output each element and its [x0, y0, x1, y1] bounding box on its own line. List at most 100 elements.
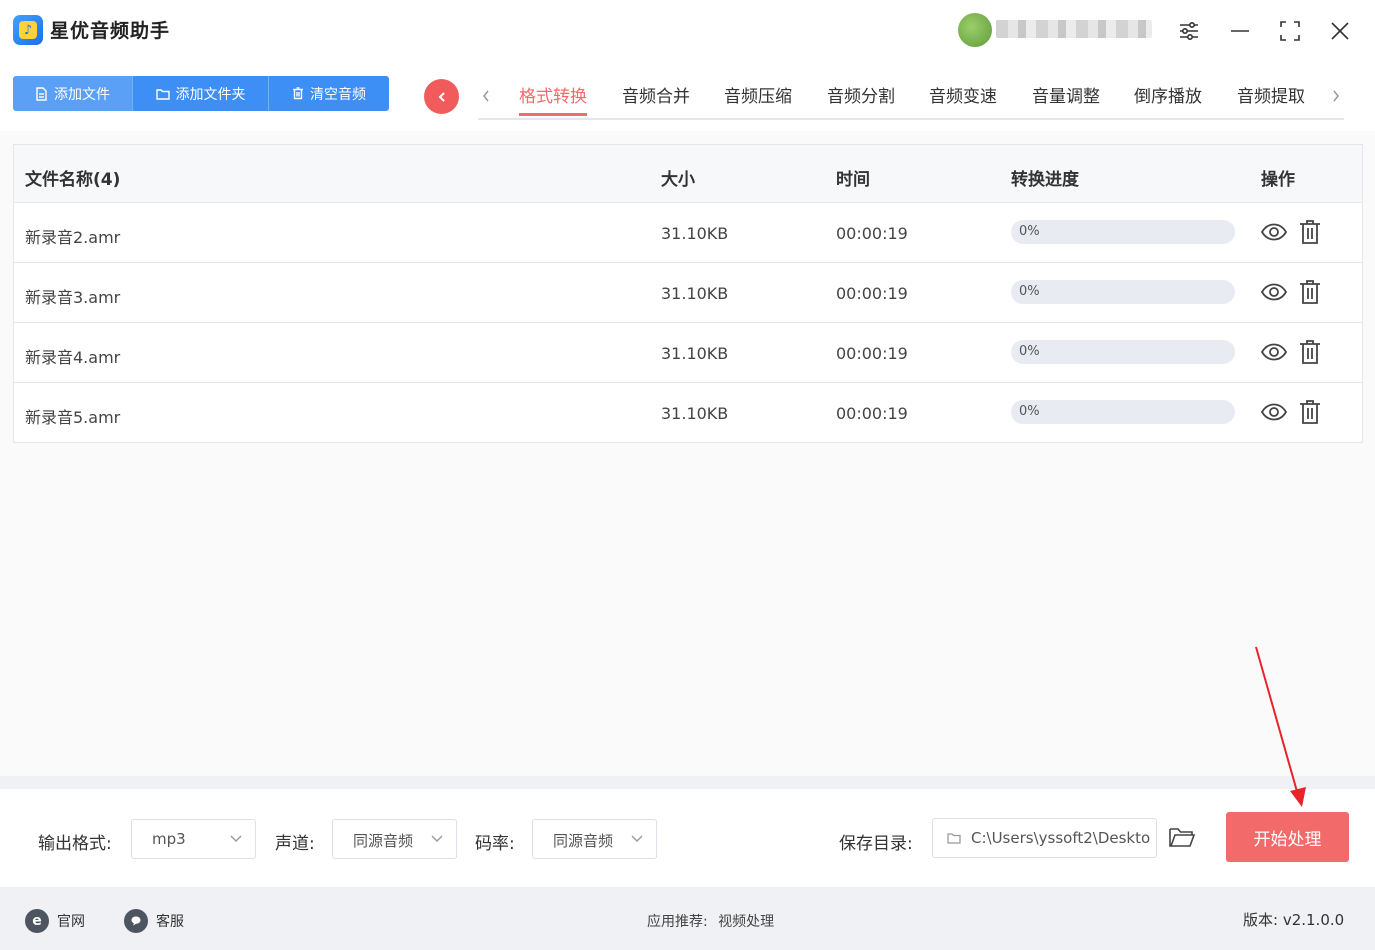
recommend-video-link[interactable]: 视频处理: [718, 914, 774, 930]
tab-reverse-play[interactable]: 倒序播放: [1134, 82, 1202, 116]
bitrate-select[interactable]: 同源音频: [532, 819, 657, 859]
conversion-progress-bar: 0%: [1011, 220, 1235, 244]
header-time: 时间: [836, 170, 870, 190]
bitrate-value: 同源音频: [553, 832, 614, 850]
output-format-label: 输出格式:: [38, 834, 112, 854]
file-name-cell: 新录音4.amr: [25, 348, 121, 367]
tab-audio-split[interactable]: 音频分割: [827, 82, 895, 116]
delete-trash-icon[interactable]: [1298, 278, 1322, 306]
add-folder-button[interactable]: 添加文件夹: [133, 76, 269, 111]
preview-eye-icon[interactable]: [1260, 280, 1288, 304]
file-time-cell: 00:00:19: [836, 344, 908, 363]
file-time-cell: 00:00:19: [836, 404, 908, 423]
support-label: 客服: [156, 914, 184, 930]
preview-eye-icon[interactable]: [1260, 220, 1288, 244]
chevron-down-icon: [230, 835, 242, 842]
header-progress: 转换进度: [1011, 170, 1079, 190]
channel-select[interactable]: 同源音频: [332, 819, 457, 859]
output-settings-bar: 输出格式: mp3 声道: 同源音频 码率: 同源音频 保存目录: C:\Use…: [0, 789, 1375, 887]
chevron-down-icon: [431, 835, 443, 842]
function-tabs: 格式转换 音频合并 音频压缩 音频分割 音频变速 音量调整 倒序播放 音频提取: [478, 78, 1344, 120]
app-recommend: 应用推荐: 视频处理: [647, 911, 774, 931]
header-size: 大小: [661, 170, 695, 190]
output-format-value: mp3: [152, 830, 186, 848]
start-process-button[interactable]: 开始处理: [1226, 812, 1349, 862]
progress-percent: 0%: [1019, 344, 1040, 359]
add-folder-label: 添加文件夹: [175, 86, 246, 103]
footer: e 官网 客服 应用推荐: 视频处理 版本: v2.1.0.0: [0, 891, 1375, 950]
file-time-cell: 00:00:19: [836, 284, 908, 303]
table-row: 新录音5.amr 31.10KB 00:00:19 0%: [14, 383, 1362, 443]
clear-audio-label: 清空音频: [310, 86, 366, 103]
recommend-label: 应用推荐:: [647, 914, 708, 930]
save-dir-label: 保存目录:: [839, 834, 913, 854]
bitrate-label: 码率:: [475, 834, 515, 854]
main-content: 文件名称(4) 大小 时间 转换进度 操作 新录音2.amr 31.10KB 0…: [0, 131, 1375, 776]
tab-audio-extract[interactable]: 音频提取: [1237, 82, 1305, 116]
table-row: 新录音2.amr 31.10KB 00:00:19 0%: [14, 203, 1362, 263]
conversion-progress-bar: 0%: [1011, 400, 1235, 424]
delete-trash-icon[interactable]: [1298, 338, 1322, 366]
website-link[interactable]: e 官网: [25, 909, 85, 933]
channel-label: 声道:: [275, 834, 315, 854]
minimize-icon[interactable]: [1225, 16, 1255, 46]
channel-value: 同源音频: [353, 832, 414, 850]
file-time-cell: 00:00:19: [836, 224, 908, 243]
maximize-icon[interactable]: [1275, 16, 1305, 46]
website-label: 官网: [57, 914, 85, 930]
tabs-scroll-left-icon[interactable]: [478, 86, 494, 106]
header-file-name: 文件名称(4): [25, 170, 121, 190]
table-row: 新录音4.amr 31.10KB 00:00:19 0%: [14, 323, 1362, 383]
tab-volume-adjust[interactable]: 音量调整: [1032, 82, 1100, 116]
delete-trash-icon[interactable]: [1298, 218, 1322, 246]
table-header: 文件名称(4) 大小 时间 转换进度 操作: [14, 145, 1362, 203]
version-text: 版本: v2.1.0.0: [1243, 911, 1345, 929]
save-dir-input[interactable]: C:\Users\yssoft2\Desktop: [932, 818, 1157, 858]
support-link[interactable]: 客服: [124, 909, 184, 933]
folder-icon: [155, 88, 170, 100]
table-row: 新录音3.amr 31.10KB 00:00:19 0%: [14, 263, 1362, 323]
file-name-cell: 新录音5.amr: [25, 408, 121, 427]
add-file-button[interactable]: 添加文件: [13, 76, 133, 111]
open-folder-icon[interactable]: [1168, 825, 1196, 851]
file-table: 文件名称(4) 大小 时间 转换进度 操作 新录音2.amr 31.10KB 0…: [13, 144, 1363, 443]
settings-sliders-icon[interactable]: [1174, 16, 1204, 46]
preview-eye-icon[interactable]: [1260, 340, 1288, 364]
clear-audio-button[interactable]: 清空音频: [269, 76, 389, 111]
progress-percent: 0%: [1019, 284, 1040, 299]
tabs-scroll-right-icon[interactable]: [1328, 86, 1344, 106]
save-dir-path: C:\Users\yssoft2\Desktop: [971, 829, 1151, 847]
tab-audio-compress[interactable]: 音频压缩: [724, 82, 792, 116]
tab-format-convert[interactable]: 格式转换: [519, 82, 587, 116]
header-action: 操作: [1261, 170, 1295, 190]
file-name-cell: 新录音2.amr: [25, 228, 121, 247]
file-size-cell: 31.10KB: [661, 284, 729, 303]
chat-bubble-icon: [124, 909, 148, 933]
trash-icon: [293, 87, 303, 100]
progress-percent: 0%: [1019, 404, 1040, 419]
folder-icon: [947, 833, 961, 844]
output-format-select[interactable]: mp3: [131, 819, 256, 859]
user-avatar[interactable]: [958, 13, 992, 47]
delete-trash-icon[interactable]: [1298, 398, 1322, 426]
close-icon[interactable]: [1325, 16, 1355, 46]
tab-audio-merge[interactable]: 音频合并: [622, 82, 690, 116]
app-title: 星优音频助手: [50, 20, 171, 42]
file-button-group: 添加文件 添加文件夹 清空音频: [13, 76, 389, 111]
back-button[interactable]: [424, 79, 459, 114]
conversion-progress-bar: 0%: [1011, 280, 1235, 304]
file-name-cell: 新录音3.amr: [25, 288, 121, 307]
chevron-down-icon: [631, 835, 643, 842]
chevron-left-icon: [438, 91, 445, 102]
user-name-blurred[interactable]: [996, 20, 1152, 38]
browser-icon: e: [25, 909, 49, 933]
app-logo-icon: ♪: [13, 15, 43, 45]
preview-eye-icon[interactable]: [1260, 400, 1288, 424]
file-size-cell: 31.10KB: [661, 344, 729, 363]
file-icon: [36, 86, 47, 101]
file-size-cell: 31.10KB: [661, 404, 729, 423]
tab-audio-speed[interactable]: 音频变速: [929, 82, 997, 116]
conversion-progress-bar: 0%: [1011, 340, 1235, 364]
add-file-label: 添加文件: [54, 86, 110, 103]
progress-percent: 0%: [1019, 224, 1040, 239]
